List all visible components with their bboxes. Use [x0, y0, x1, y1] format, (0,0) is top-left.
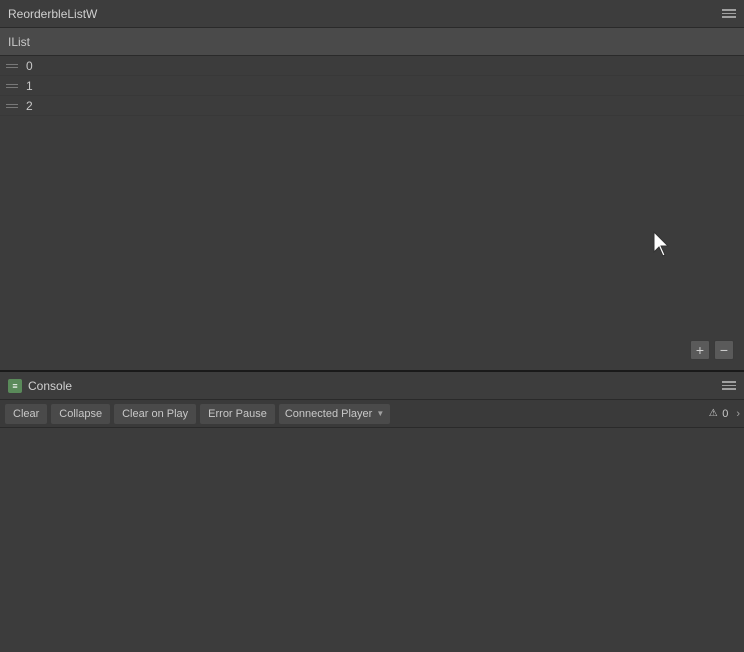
drag-line [6, 64, 18, 65]
console-header: ≡ Console [0, 372, 744, 400]
bottom-panel: ≡ Console Clear Collapse Clear on Play E… [0, 370, 744, 652]
drag-line [6, 87, 18, 88]
console-icon-symbol: ≡ [12, 381, 17, 391]
drag-handle-1 [6, 84, 18, 88]
dropdown-arrow-icon: ▼ [376, 409, 384, 418]
connected-player-button[interactable]: Connected Player ▼ [278, 403, 391, 425]
connected-player-label: Connected Player [285, 408, 372, 420]
warning-counter[interactable]: ⚠ 0 [702, 405, 732, 423]
drag-handle-2 [6, 104, 18, 108]
console-menu-icon[interactable] [722, 381, 736, 390]
hamburger-line [722, 381, 736, 383]
clear-button[interactable]: Clear [4, 403, 48, 425]
item-number-2: 2 [26, 99, 33, 113]
item-number-0: 0 [26, 59, 33, 73]
list-item[interactable]: 2 [0, 96, 744, 116]
drag-line [6, 84, 18, 85]
console-title-area: ≡ Console [8, 379, 72, 393]
drag-line [6, 67, 18, 68]
top-panel-title: ReorderbleListW [8, 7, 97, 21]
hamburger-icon [722, 9, 736, 18]
hamburger-line [722, 388, 736, 390]
console-body [0, 428, 744, 652]
hamburger-line-2 [722, 13, 736, 15]
drag-line [6, 104, 18, 105]
add-item-button[interactable]: + [690, 340, 710, 360]
cursor-icon [652, 230, 672, 258]
drag-line [6, 107, 18, 108]
console-icon: ≡ [8, 379, 22, 393]
console-title: Console [28, 379, 72, 393]
list-item[interactable]: 0 [0, 56, 744, 76]
list-item[interactable]: 1 [0, 76, 744, 96]
item-number-1: 1 [26, 79, 33, 93]
remove-item-button[interactable]: − [714, 340, 734, 360]
error-pause-button[interactable]: Error Pause [199, 403, 276, 425]
menu-icon[interactable] [722, 9, 736, 18]
hamburger-line-1 [722, 9, 736, 11]
warning-icon: ⚠ [706, 407, 720, 421]
top-panel: ReorderbleListW IList 0 1 2 [0, 0, 744, 370]
ilist-header-text: IList [8, 35, 30, 49]
top-panel-header: ReorderbleListW [0, 0, 744, 28]
ilist-header: IList [0, 28, 744, 56]
console-toolbar: Clear Collapse Clear on Play Error Pause… [0, 400, 744, 428]
hamburger-line [722, 385, 736, 387]
list-controls: + − [690, 340, 734, 360]
log-counters: ⚠ 0 › [702, 405, 740, 423]
hamburger-line-3 [722, 16, 736, 18]
overflow-indicator[interactable]: › [736, 408, 740, 420]
collapse-button[interactable]: Collapse [50, 403, 111, 425]
clear-on-play-button[interactable]: Clear on Play [113, 403, 197, 425]
drag-handle-0 [6, 64, 18, 68]
warning-count: 0 [722, 408, 728, 420]
